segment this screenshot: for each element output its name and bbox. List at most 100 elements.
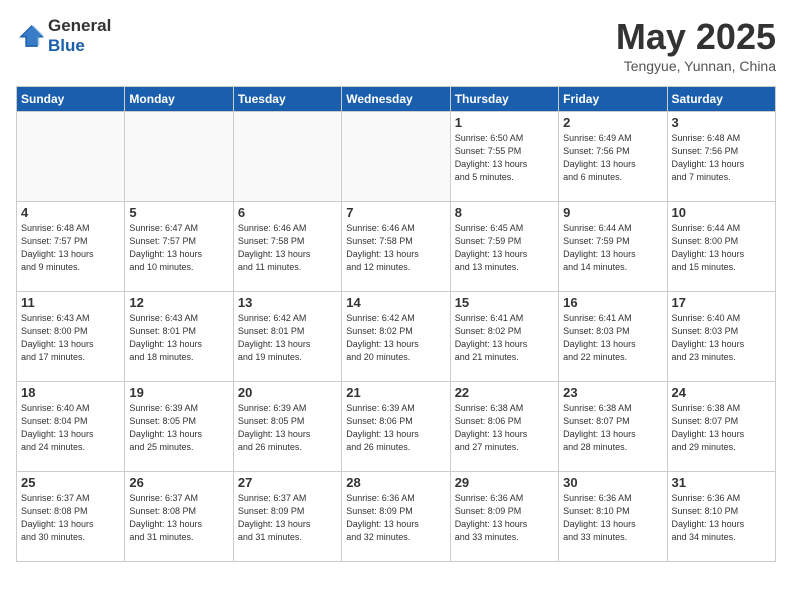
calendar-cell: 21 Sunrise: 6:39 AM Sunset: 8:06 PM Dayli… — [342, 382, 450, 472]
calendar-cell: 26Sunrise: 6:37 AM Sunset: 8:08 PM Dayli… — [125, 472, 233, 562]
calendar-cell: 19 Sunrise: 6:39 AM Sunset: 8:05 PM Dayli… — [125, 382, 233, 472]
week-row: 1 Sunrise: 6:50 AM Sunset: 7:55 PM Daylig… — [17, 112, 776, 202]
day-number: 24 — [672, 385, 771, 400]
day-number: 17 — [672, 295, 771, 310]
day-number: 11 — [21, 295, 120, 310]
day-info: Sunrise: 6:40 AM Sunset: 8:03 PM Dayligh… — [672, 312, 771, 364]
calendar-cell: 27 Sunrise: 6:37 AM Sunset: 8:09 PM Dayli… — [233, 472, 341, 562]
day-info: Sunrise: 6:46 AM Sunset: 7:58 PM Dayligh… — [346, 222, 445, 274]
day-number: 8 — [455, 205, 554, 220]
weekday-header: Tuesday — [233, 87, 341, 112]
calendar-cell: 28 Sunrise: 6:36 AM Sunset: 8:09 PM Dayli… — [342, 472, 450, 562]
day-number: 3 — [672, 115, 771, 130]
weekday-header: Thursday — [450, 87, 558, 112]
day-info: Sunrise: 6:44 AM Sunset: 7:59 PM Dayligh… — [563, 222, 662, 274]
day-info: Sunrise: 6:43 AM Sunset: 8:01 PM Dayligh… — [129, 312, 228, 364]
logo-icon — [16, 22, 44, 50]
day-number: 14 — [346, 295, 445, 310]
day-number: 2 — [563, 115, 662, 130]
calendar-cell: 8 Sunrise: 6:45 AM Sunset: 7:59 PM Daylig… — [450, 202, 558, 292]
day-number: 15 — [455, 295, 554, 310]
day-info: Sunrise: 6:36 AM Sunset: 8:09 PM Dayligh… — [346, 492, 445, 544]
day-number: 1 — [455, 115, 554, 130]
day-info: Sunrise: 6:48 AM Sunset: 7:56 PM Dayligh… — [672, 132, 771, 184]
day-info: Sunrise: 6:36 AM Sunset: 8:09 PM Dayligh… — [455, 492, 554, 544]
calendar-cell: 13 Sunrise: 6:42 AM Sunset: 8:01 PM Dayli… — [233, 292, 341, 382]
day-number: 9 — [563, 205, 662, 220]
calendar-cell — [342, 112, 450, 202]
day-number: 21 — [346, 385, 445, 400]
logo: General Blue — [16, 16, 111, 57]
day-info: Sunrise: 6:39 AM Sunset: 8:06 PM Dayligh… — [346, 402, 445, 454]
day-info: Sunrise: 6:38 AM Sunset: 8:07 PM Dayligh… — [672, 402, 771, 454]
calendar-cell: 15 Sunrise: 6:41 AM Sunset: 8:02 PM Dayli… — [450, 292, 558, 382]
day-number: 5 — [129, 205, 228, 220]
day-info: Sunrise: 6:49 AM Sunset: 7:56 PM Dayligh… — [563, 132, 662, 184]
day-info: Sunrise: 6:36 AM Sunset: 8:10 PM Dayligh… — [672, 492, 771, 544]
calendar-table: SundayMondayTuesdayWednesdayThursdayFrid… — [16, 86, 776, 562]
calendar-cell: 12Sunrise: 6:43 AM Sunset: 8:01 PM Dayli… — [125, 292, 233, 382]
calendar-cell: 16 Sunrise: 6:41 AM Sunset: 8:03 PM Dayli… — [559, 292, 667, 382]
calendar-cell: 29 Sunrise: 6:36 AM Sunset: 8:09 PM Dayli… — [450, 472, 558, 562]
day-info: Sunrise: 6:39 AM Sunset: 8:05 PM Dayligh… — [129, 402, 228, 454]
day-info: Sunrise: 6:40 AM Sunset: 8:04 PM Dayligh… — [21, 402, 120, 454]
day-info: Sunrise: 6:44 AM Sunset: 8:00 PM Dayligh… — [672, 222, 771, 274]
calendar-cell: 2 Sunrise: 6:49 AM Sunset: 7:56 PM Daylig… — [559, 112, 667, 202]
calendar-cell: 23 Sunrise: 6:38 AM Sunset: 8:07 PM Dayli… — [559, 382, 667, 472]
calendar-cell: 9 Sunrise: 6:44 AM Sunset: 7:59 PM Daylig… — [559, 202, 667, 292]
day-number: 26 — [129, 475, 228, 490]
day-number: 25 — [21, 475, 120, 490]
day-info: Sunrise: 6:42 AM Sunset: 8:02 PM Dayligh… — [346, 312, 445, 364]
day-info: Sunrise: 6:38 AM Sunset: 8:07 PM Dayligh… — [563, 402, 662, 454]
logo-blue: Blue — [48, 36, 111, 56]
day-number: 18 — [21, 385, 120, 400]
title-block: May 2025 Tengyue, Yunnan, China — [616, 16, 776, 74]
day-info: Sunrise: 6:43 AM Sunset: 8:00 PM Dayligh… — [21, 312, 120, 364]
day-number: 30 — [563, 475, 662, 490]
calendar-cell: 6Sunrise: 6:46 AM Sunset: 7:58 PM Daylig… — [233, 202, 341, 292]
day-number: 27 — [238, 475, 337, 490]
logo-general: General — [48, 16, 111, 36]
calendar-cell: 30 Sunrise: 6:36 AM Sunset: 8:10 PM Dayli… — [559, 472, 667, 562]
calendar-cell: 20Sunrise: 6:39 AM Sunset: 8:05 PM Dayli… — [233, 382, 341, 472]
day-number: 23 — [563, 385, 662, 400]
location: Tengyue, Yunnan, China — [616, 58, 776, 74]
week-row: 11 Sunrise: 6:43 AM Sunset: 8:00 PM Dayli… — [17, 292, 776, 382]
calendar-cell: 18 Sunrise: 6:40 AM Sunset: 8:04 PM Dayli… — [17, 382, 125, 472]
calendar-cell: 10 Sunrise: 6:44 AM Sunset: 8:00 PM Dayli… — [667, 202, 775, 292]
day-info: Sunrise: 6:36 AM Sunset: 8:10 PM Dayligh… — [563, 492, 662, 544]
day-number: 29 — [455, 475, 554, 490]
week-row: 18 Sunrise: 6:40 AM Sunset: 8:04 PM Dayli… — [17, 382, 776, 472]
day-info: Sunrise: 6:50 AM Sunset: 7:55 PM Dayligh… — [455, 132, 554, 184]
day-info: Sunrise: 6:37 AM Sunset: 8:08 PM Dayligh… — [21, 492, 120, 544]
day-number: 6 — [238, 205, 337, 220]
calendar-cell: 17 Sunrise: 6:40 AM Sunset: 8:03 PM Dayli… — [667, 292, 775, 382]
weekday-header: Wednesday — [342, 87, 450, 112]
calendar-cell: 4Sunrise: 6:48 AM Sunset: 7:57 PM Daylig… — [17, 202, 125, 292]
week-row: 4Sunrise: 6:48 AM Sunset: 7:57 PM Daylig… — [17, 202, 776, 292]
week-row: 25 Sunrise: 6:37 AM Sunset: 8:08 PM Dayli… — [17, 472, 776, 562]
calendar-cell: 7 Sunrise: 6:46 AM Sunset: 7:58 PM Daylig… — [342, 202, 450, 292]
calendar-cell: 11 Sunrise: 6:43 AM Sunset: 8:00 PM Dayli… — [17, 292, 125, 382]
day-number: 22 — [455, 385, 554, 400]
calendar-cell: 22 Sunrise: 6:38 AM Sunset: 8:06 PM Dayli… — [450, 382, 558, 472]
page-header: General Blue May 2025 Tengyue, Yunnan, C… — [16, 16, 776, 74]
day-info: Sunrise: 6:41 AM Sunset: 8:03 PM Dayligh… — [563, 312, 662, 364]
day-number: 10 — [672, 205, 771, 220]
day-number: 28 — [346, 475, 445, 490]
day-number: 13 — [238, 295, 337, 310]
day-number: 16 — [563, 295, 662, 310]
day-number: 7 — [346, 205, 445, 220]
weekday-header: Sunday — [17, 87, 125, 112]
day-number: 31 — [672, 475, 771, 490]
day-info: Sunrise: 6:38 AM Sunset: 8:06 PM Dayligh… — [455, 402, 554, 454]
day-info: Sunrise: 6:42 AM Sunset: 8:01 PM Dayligh… — [238, 312, 337, 364]
day-info: Sunrise: 6:37 AM Sunset: 8:09 PM Dayligh… — [238, 492, 337, 544]
calendar-cell: 24 Sunrise: 6:38 AM Sunset: 8:07 PM Dayli… — [667, 382, 775, 472]
calendar-cell: 3 Sunrise: 6:48 AM Sunset: 7:56 PM Daylig… — [667, 112, 775, 202]
month-title: May 2025 — [616, 16, 776, 58]
day-number: 19 — [129, 385, 228, 400]
calendar-cell: 25 Sunrise: 6:37 AM Sunset: 8:08 PM Dayli… — [17, 472, 125, 562]
day-info: Sunrise: 6:41 AM Sunset: 8:02 PM Dayligh… — [455, 312, 554, 364]
day-info: Sunrise: 6:45 AM Sunset: 7:59 PM Dayligh… — [455, 222, 554, 274]
